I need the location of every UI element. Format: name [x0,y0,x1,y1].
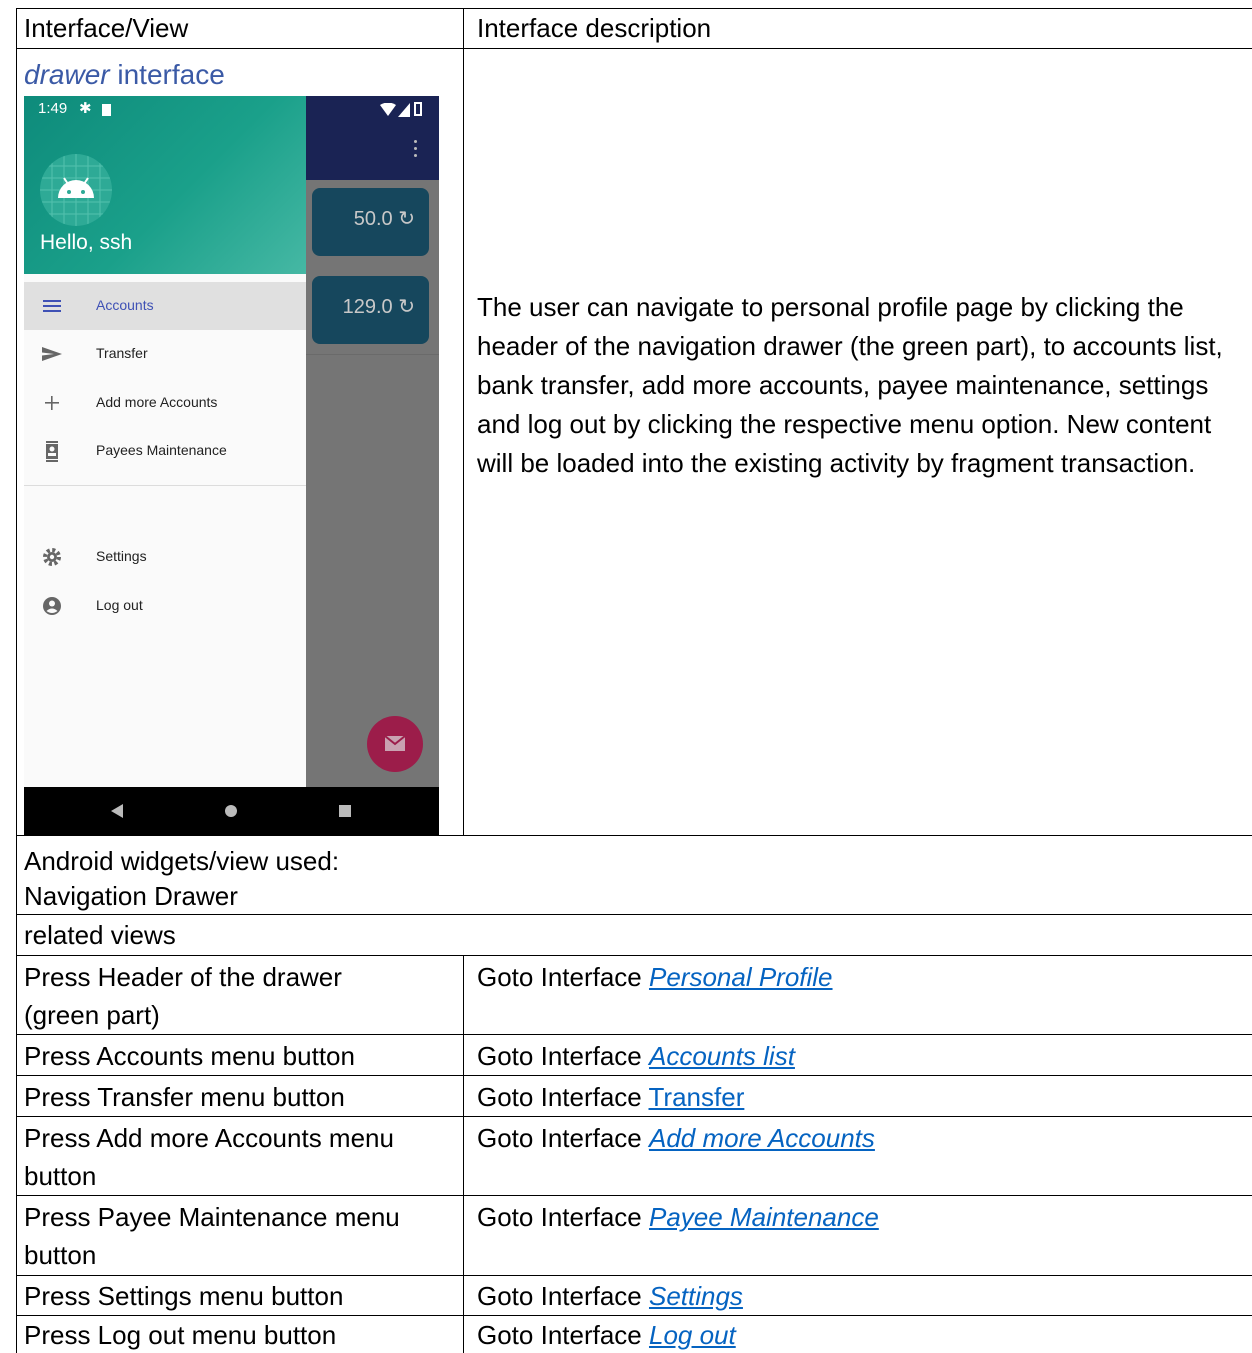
link-log-out[interactable]: Log out [649,1320,736,1350]
related-action: Press Add more Accounts menu [24,1123,394,1153]
drawer-item-accounts[interactable]: Accounts [24,282,306,330]
related-goto: Goto Interface Log out [477,1320,736,1350]
related-action: Press Log out menu button [24,1320,337,1350]
system-nav-bar [24,787,439,835]
table-column-divider-lower [463,955,464,1353]
related-goto: Goto Interface Transfer [477,1082,745,1112]
mail-icon [384,735,406,751]
drawer-item-label: Accounts [96,297,154,313]
table-border-top [16,8,1252,9]
table-row-divider [16,1116,1252,1117]
home-icon[interactable] [224,804,238,818]
widgets-used-value: Navigation Drawer [24,881,238,911]
contact-card-icon [46,441,58,462]
table-row-divider [16,835,1252,836]
refresh-icon[interactable]: ↻ [398,296,415,318]
overflow-menu-icon[interactable] [414,140,418,158]
link-accounts-list[interactable]: Accounts list [649,1041,795,1071]
gear-icon [43,548,61,566]
related-action: Press Settings menu button [24,1281,344,1311]
sd-card-icon [102,104,111,116]
related-goto: Goto Interface Add more Accounts [477,1123,875,1153]
signal-icon [398,103,410,117]
table-column-divider-upper [463,8,464,835]
plus-icon [45,396,59,410]
status-time: 1:49 [38,100,68,117]
back-icon[interactable] [109,803,125,819]
related-action: Press Accounts menu button [24,1041,355,1071]
settings-status-icon: ✱ [79,100,92,117]
account-card[interactable]: 129.0 ↻ [312,276,429,344]
table-row-divider [16,1075,1252,1076]
drawer-item-transfer[interactable]: Transfer [24,330,306,378]
related-goto: Goto Interface Payee Maintenance [477,1202,879,1232]
link-transfer[interactable]: Transfer [649,1082,745,1112]
drawer-item-label: Transfer [96,345,148,361]
table-row-divider [16,914,1252,915]
widgets-used-label: Android widgets/view used: [24,846,340,876]
account-balance: 129.0 ↻ [342,296,415,318]
related-action: (green part) [24,1000,160,1030]
account-circle-icon [43,597,61,615]
related-action: Press Header of the drawer [24,962,342,992]
table-row-divider [16,1195,1252,1196]
table-row-divider [16,955,1252,956]
table-row-divider [16,48,1252,49]
related-goto: Goto Interface Personal Profile [477,962,833,992]
header-interface-view: Interface/View [24,13,189,43]
link-personal-profile[interactable]: Personal Profile [649,962,833,992]
related-action: Press Transfer menu button [24,1082,345,1112]
menu-icon [43,300,61,312]
related-views-title: related views [24,920,176,950]
drawer-item-log-out[interactable]: Log out [24,582,306,630]
table-row-divider [16,1315,1252,1316]
navigation-drawer: Hello, ssh Accounts Transfer Add more Ac… [24,96,306,787]
content-divider [306,354,439,355]
drawer-item-label: Log out [96,597,143,613]
android-icon [40,154,112,226]
related-action: Press Payee Maintenance menu [24,1202,400,1232]
battery-icon [414,102,422,116]
drawer-item-settings[interactable]: Settings [24,533,306,581]
table-row-divider [16,1275,1252,1276]
related-action: button [24,1240,97,1270]
view-title-emphasis: drawer [24,59,110,90]
view-title: drawer interface [24,60,225,90]
drawer-item-add-more-accounts[interactable]: Add more Accounts [24,379,306,427]
wifi-icon [380,103,396,116]
refresh-icon[interactable]: ↻ [398,208,415,230]
view-title-rest: interface [109,59,225,90]
compose-fab[interactable] [367,716,423,772]
related-goto: Goto Interface Settings [477,1281,743,1311]
status-bar: 1:49 ✱ [24,96,439,124]
account-balance: 50.0 ↻ [353,208,415,230]
account-card[interactable]: 50.0 ↻ [312,188,429,256]
recents-icon[interactable] [338,804,352,818]
header-interface-description: Interface description [477,13,712,43]
table-row-divider [16,1034,1252,1035]
drawer-greeting: Hello, ssh [40,231,133,254]
link-settings[interactable]: Settings [649,1281,743,1311]
drawer-item-payees-maintenance[interactable]: Payees Maintenance [24,427,306,475]
drawer-item-label: Settings [96,548,147,564]
drawer-item-label: Payees Maintenance [96,442,227,458]
interface-description: The user can navigate to personal profil… [477,292,1223,478]
phone-screenshot: 50.0 ↻ 129.0 ↻ Hello, ssh Accounts Trans… [24,96,439,835]
related-action: button [24,1161,97,1191]
avatar [40,154,112,226]
send-icon [42,347,62,361]
drawer-divider [24,485,306,486]
link-add-more-accounts[interactable]: Add more Accounts [649,1123,875,1153]
table-border-left [16,8,17,1353]
link-payee-maintenance[interactable]: Payee Maintenance [649,1202,879,1232]
drawer-item-label: Add more Accounts [96,394,218,410]
related-goto: Goto Interface Accounts list [477,1041,795,1071]
